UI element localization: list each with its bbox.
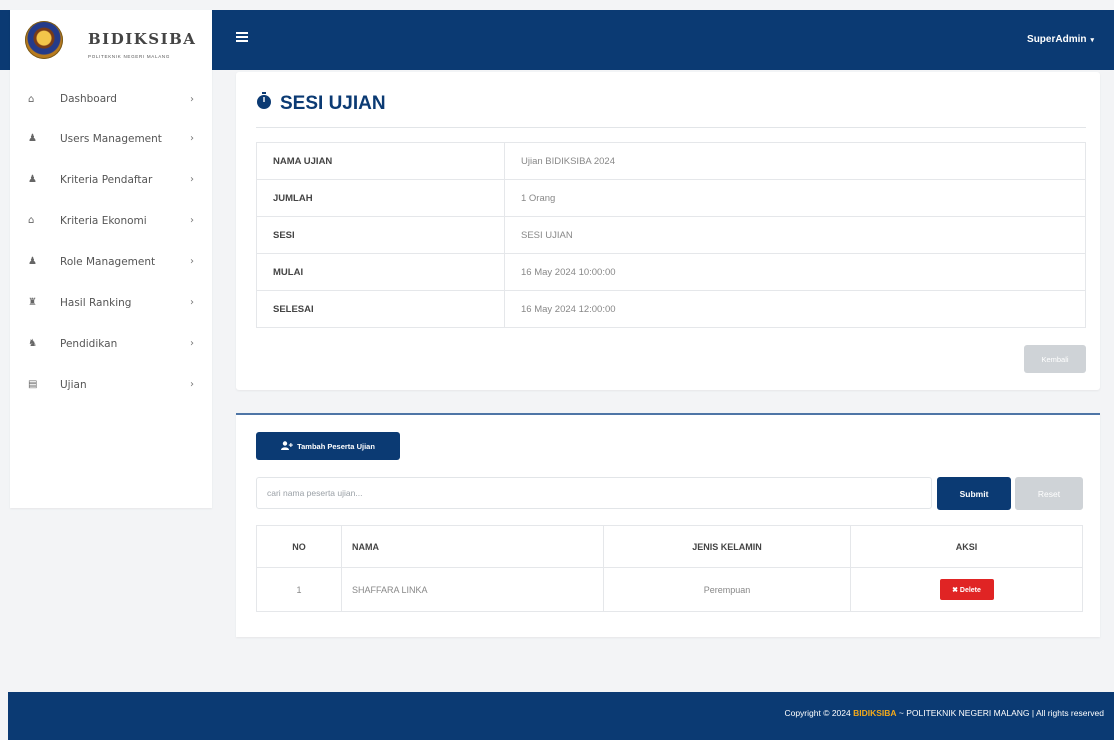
add-participant-button[interactable]: Tambah Peserta Ujian xyxy=(256,432,400,460)
table-row: SESI SESI UJIAN xyxy=(256,216,1086,254)
field-value: 16 May 2024 12:00:00 xyxy=(504,290,1086,328)
hamburger-menu-icon[interactable] xyxy=(236,32,248,42)
document-icon: ▤ xyxy=(28,379,38,390)
sidebar-item-label: Users Management xyxy=(60,132,162,145)
delete-button[interactable]: ✖ Delete xyxy=(939,579,994,600)
participants-table: NO NAMA JENIS KELAMIN AKSI 1 SHAFFARA LI… xyxy=(256,525,1083,612)
field-value: Ujian BIDIKSIBA 2024 xyxy=(504,142,1086,180)
user-icon: ♟ xyxy=(28,133,37,144)
sidebar-item-label: Pendidikan xyxy=(60,337,118,350)
field-label: NAMA UJIAN xyxy=(256,142,505,180)
column-header-jenis-kelamin: JENIS KELAMIN xyxy=(603,525,851,568)
table-row: MULAI 16 May 2024 10:00:00 xyxy=(256,253,1086,291)
participants-card: Tambah Peserta Ujian Submit Reset NO NAM… xyxy=(236,413,1100,637)
table-row: JUMLAH 1 Orang xyxy=(256,179,1086,217)
user-group-icon: ♟ xyxy=(28,256,37,267)
reset-button[interactable]: Reset xyxy=(1015,477,1083,510)
add-participant-label: Tambah Peserta Ujian xyxy=(297,441,375,451)
chevron-right-icon: › xyxy=(190,256,194,267)
table-row: 1 SHAFFARA LINKA Perempuan ✖ Delete xyxy=(256,567,1083,612)
trophy-icon: ♜ xyxy=(28,297,37,308)
field-label: MULAI xyxy=(256,253,505,291)
cell-aksi: ✖ Delete xyxy=(850,567,1083,612)
sidebar-item-ujian[interactable]: ▤ Ujian › xyxy=(10,364,212,405)
footer-brand: BIDIKSIBA xyxy=(853,708,897,718)
column-header-no: NO xyxy=(256,525,342,568)
sidebar-item-kriteria-ekonomi[interactable]: ⌂ Kriteria Ekonomi › xyxy=(10,200,212,241)
column-header-nama: NAMA xyxy=(341,525,604,568)
sidebar-item-dashboard[interactable]: ⌂ Dashboard › xyxy=(10,80,212,118)
field-value: SESI UJIAN xyxy=(504,216,1086,254)
field-label: SESI xyxy=(256,216,505,254)
field-value: 16 May 2024 10:00:00 xyxy=(504,253,1086,291)
copyright-text: Copyright © 2024 BIDIKSIBA ~ POLITEKNIK … xyxy=(784,708,1104,718)
page-title: SESI UJIAN xyxy=(256,92,386,116)
sidebar-item-label: Dashboard xyxy=(60,93,117,105)
user-plus-icon xyxy=(281,440,293,452)
table-row: NAMA UJIAN Ujian BIDIKSIBA 2024 xyxy=(256,142,1086,180)
sidebar-item-label: Kriteria Ekonomi xyxy=(60,214,147,227)
footer: Copyright © 2024 BIDIKSIBA ~ POLITEKNIK … xyxy=(8,692,1114,740)
cell-no: 1 xyxy=(256,567,342,612)
chevron-right-icon: › xyxy=(190,379,194,390)
sidebar-item-role-management[interactable]: ♟ Role Management › xyxy=(10,241,212,282)
sidebar-item-pendidikan[interactable]: ♞ Pendidikan › xyxy=(10,323,212,364)
chevron-right-icon: › xyxy=(190,93,194,105)
sidebar-nav: ⌂ Dashboard › ♟ Users Management › ♟ Kri… xyxy=(10,80,212,405)
sidebar-item-users-management[interactable]: ♟ Users Management › xyxy=(10,118,212,159)
chevron-right-icon: › xyxy=(190,215,194,226)
back-button[interactable]: Kembali xyxy=(1024,345,1086,373)
column-header-aksi: AKSI xyxy=(850,525,1083,568)
search-input[interactable] xyxy=(256,477,932,509)
table-header-row: NO NAMA JENIS KELAMIN AKSI xyxy=(256,525,1083,568)
sidebar-item-label: Role Management xyxy=(60,255,156,268)
caret-down-icon: ▾ xyxy=(1090,37,1094,44)
graduation-cap-icon: ♞ xyxy=(28,338,37,349)
user-name: SuperAdmin xyxy=(1027,34,1087,45)
sidebar-item-kriteria-pendaftar[interactable]: ♟ Kriteria Pendaftar › xyxy=(10,159,212,200)
page-title-text: SESI UJIAN xyxy=(280,93,386,114)
cell-nama: SHAFFARA LINKA xyxy=(341,567,604,612)
copyright-prefix: Copyright © 2024 xyxy=(784,708,854,718)
sidebar-item-hasil-ranking[interactable]: ♜ Hasil Ranking › xyxy=(10,282,212,323)
copyright-suffix: ~ POLITEKNIK NEGERI MALANG | All rights … xyxy=(896,708,1104,718)
chevron-right-icon: › xyxy=(190,133,194,144)
chevron-right-icon: › xyxy=(190,297,194,308)
user-icon: ♟ xyxy=(28,174,37,185)
sidebar-item-label: Ujian xyxy=(60,378,87,391)
divider xyxy=(256,127,1086,128)
chevron-right-icon: › xyxy=(190,338,194,349)
sidebar-item-label: Kriteria Pendaftar xyxy=(60,173,153,186)
submit-button[interactable]: Submit xyxy=(937,477,1011,510)
sidebar-item-label: Hasil Ranking xyxy=(60,296,132,309)
chevron-right-icon: › xyxy=(190,174,194,185)
field-value: 1 Orang xyxy=(504,179,1086,217)
field-label: JUMLAH xyxy=(256,179,505,217)
home-icon: ⌂ xyxy=(28,215,35,226)
table-row: SELESAI 16 May 2024 12:00:00 xyxy=(256,290,1086,328)
session-detail-card: SESI UJIAN NAMA UJIAN Ujian BIDIKSIBA 20… xyxy=(236,72,1100,390)
dashboard-icon: ⌂ xyxy=(28,93,35,105)
sidebar: BIDIKSIBA POLITEKNIK NEGERI MALANG ⌂ Das… xyxy=(10,10,212,508)
brand[interactable]: BIDIKSIBA POLITEKNIK NEGERI MALANG xyxy=(10,10,212,70)
cell-jenis-kelamin: Perempuan xyxy=(603,567,851,612)
brand-name: BIDIKSIBA xyxy=(88,30,197,48)
user-dropdown[interactable]: SuperAdmin ▾ xyxy=(1027,34,1094,45)
stopwatch-icon xyxy=(256,92,274,116)
institution-logo xyxy=(25,21,63,59)
session-detail-table: NAMA UJIAN Ujian BIDIKSIBA 2024 JUMLAH 1… xyxy=(256,142,1086,328)
field-label: SELESAI xyxy=(256,290,505,328)
brand-subtitle: POLITEKNIK NEGERI MALANG xyxy=(88,54,171,59)
